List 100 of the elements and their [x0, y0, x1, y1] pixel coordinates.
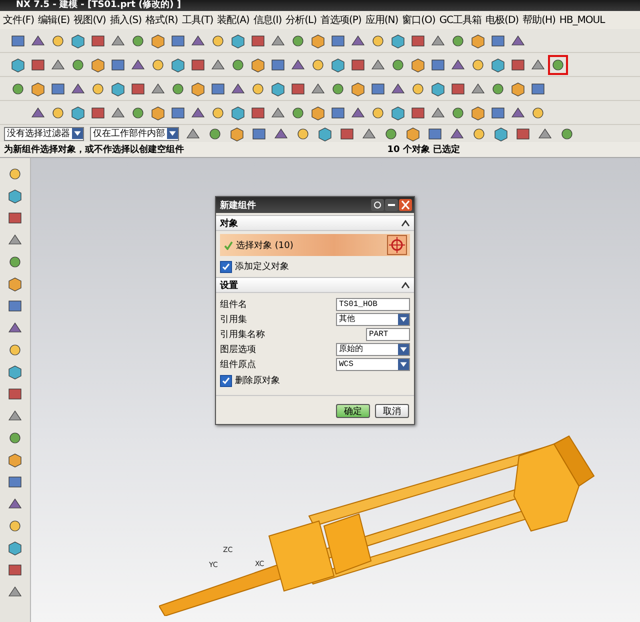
tool-icon[interactable]	[130, 32, 146, 48]
tool-icon[interactable]	[230, 56, 246, 72]
dropdown-caret-icon[interactable]	[398, 314, 409, 325]
scope-dropdown[interactable]: 仅在工作部件内部	[90, 126, 179, 140]
tool-icon[interactable]	[510, 56, 526, 72]
tool-icon[interactable]	[350, 56, 366, 72]
tool-icon[interactable]	[170, 56, 186, 72]
tool-icon[interactable]	[330, 56, 346, 72]
tool-icon[interactable]	[390, 32, 406, 48]
tool-icon[interactable]	[450, 80, 466, 96]
tool-icon[interactable]	[7, 364, 23, 380]
tool-icon[interactable]	[10, 32, 26, 48]
tool-icon[interactable]	[410, 56, 426, 72]
tool-icon[interactable]	[7, 342, 23, 358]
tool-icon[interactable]	[310, 32, 326, 48]
tool-icon[interactable]	[50, 104, 66, 120]
tool-icon[interactable]	[7, 452, 23, 468]
tool-icon[interactable]	[510, 80, 526, 96]
tool-icon[interactable]	[130, 80, 146, 96]
menu-item[interactable]: 窗口(O)	[402, 13, 436, 27]
tool-icon[interactable]	[170, 32, 186, 48]
tool-icon[interactable]	[170, 80, 186, 96]
tool-icon[interactable]	[230, 32, 246, 48]
tool-icon[interactable]	[515, 126, 531, 142]
tool-icon[interactable]	[90, 80, 106, 96]
tool-icon[interactable]	[559, 126, 575, 142]
tool-icon[interactable]	[50, 80, 66, 96]
tool-icon[interactable]	[70, 56, 86, 72]
tool-icon[interactable]	[490, 104, 506, 120]
tool-icon[interactable]	[390, 104, 406, 120]
minimize-icon[interactable]	[385, 199, 398, 211]
tool-icon[interactable]	[339, 126, 355, 142]
tool-icon[interactable]	[295, 126, 311, 142]
tool-icon[interactable]	[70, 104, 86, 120]
tool-icon[interactable]	[490, 56, 506, 72]
ok-button[interactable]: 确定	[336, 404, 370, 418]
dropdown-caret-icon[interactable]	[72, 128, 83, 139]
tool-icon[interactable]	[7, 430, 23, 446]
tool-icon[interactable]	[7, 210, 23, 226]
reset-icon[interactable]	[371, 199, 384, 211]
tool-icon[interactable]	[90, 56, 106, 72]
close-icon[interactable]	[399, 199, 412, 211]
input-field[interactable]: TS01_HOB	[336, 298, 410, 311]
tool-icon[interactable]	[7, 474, 23, 490]
tool-icon[interactable]	[530, 80, 546, 96]
cancel-button[interactable]: 取消	[375, 404, 409, 418]
tool-icon[interactable]	[410, 80, 426, 96]
filter-dropdown[interactable]: 没有选择过滤器	[4, 126, 84, 140]
tool-icon[interactable]	[330, 104, 346, 120]
tool-icon[interactable]	[251, 126, 267, 142]
tool-icon[interactable]	[270, 56, 286, 72]
tool-icon[interactable]	[130, 104, 146, 120]
tool-icon[interactable]	[370, 80, 386, 96]
tool-icon[interactable]	[7, 254, 23, 270]
tool-icon[interactable]	[110, 56, 126, 72]
tool-icon[interactable]	[270, 80, 286, 96]
menu-item[interactable]: 工具(T)	[182, 13, 214, 27]
menu-item[interactable]: 信息(I)	[253, 13, 282, 27]
tool-icon[interactable]	[450, 32, 466, 48]
highlighted-tool-icon[interactable]	[550, 56, 566, 72]
tool-icon[interactable]	[370, 32, 386, 48]
tool-icon[interactable]	[470, 104, 486, 120]
tool-icon[interactable]	[7, 188, 23, 204]
tool-icon[interactable]	[30, 56, 46, 72]
tool-icon[interactable]	[250, 80, 266, 96]
tool-icon[interactable]	[530, 104, 546, 120]
tool-icon[interactable]	[427, 126, 443, 142]
tool-icon[interactable]	[370, 104, 386, 120]
tool-icon[interactable]	[7, 540, 23, 556]
tool-icon[interactable]	[250, 104, 266, 120]
tool-icon[interactable]	[330, 32, 346, 48]
crosshair-icon[interactable]	[387, 235, 407, 255]
tool-icon[interactable]	[190, 56, 206, 72]
tool-icon[interactable]	[207, 126, 223, 142]
tool-icon[interactable]	[490, 80, 506, 96]
tool-icon[interactable]	[10, 80, 26, 96]
tool-icon[interactable]	[490, 32, 506, 48]
tool-icon[interactable]	[410, 32, 426, 48]
tool-icon[interactable]	[310, 56, 326, 72]
tool-icon[interactable]	[390, 56, 406, 72]
tool-icon[interactable]	[210, 80, 226, 96]
tool-icon[interactable]	[250, 56, 266, 72]
tool-icon[interactable]	[7, 562, 23, 578]
menu-item[interactable]: 首选项(P)	[320, 13, 362, 27]
tool-icon[interactable]	[110, 80, 126, 96]
menu-item[interactable]: 插入(S)	[110, 13, 142, 27]
tool-icon[interactable]	[250, 32, 266, 48]
tool-icon[interactable]	[30, 80, 46, 96]
tool-icon[interactable]	[230, 104, 246, 120]
tool-icon[interactable]	[70, 32, 86, 48]
tool-icon[interactable]	[190, 80, 206, 96]
tool-icon[interactable]	[170, 104, 186, 120]
tool-icon[interactable]	[350, 80, 366, 96]
checkbox[interactable]	[220, 260, 232, 272]
tool-icon[interactable]	[150, 104, 166, 120]
menu-item[interactable]: 格式(R)	[146, 13, 178, 27]
tool-icon[interactable]	[90, 32, 106, 48]
menu-item[interactable]: 编辑(E)	[38, 13, 70, 27]
menu-item[interactable]: GC工具箱	[439, 13, 482, 27]
tool-icon[interactable]	[410, 104, 426, 120]
